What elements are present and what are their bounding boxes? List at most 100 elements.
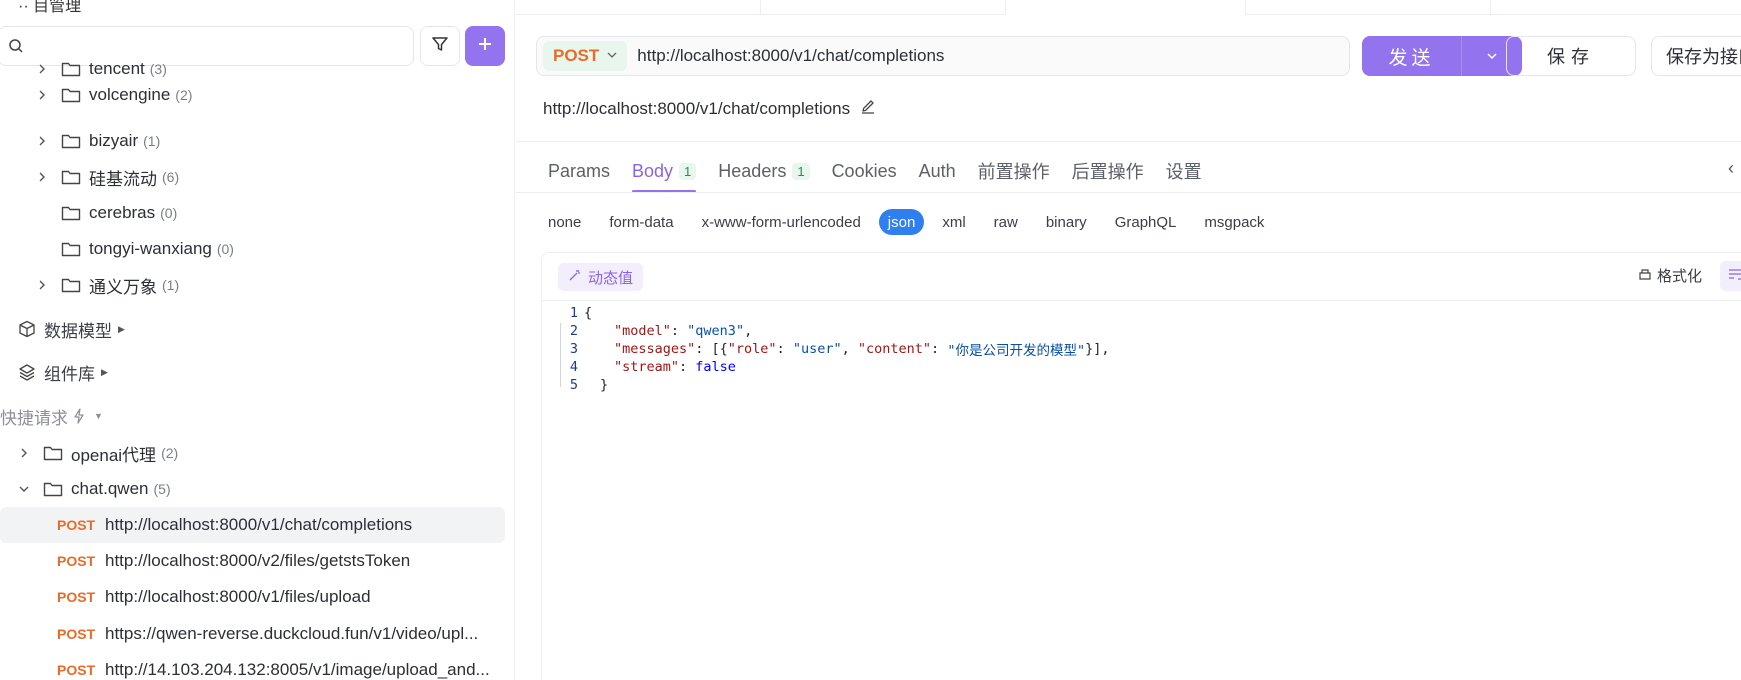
folder-icon	[43, 481, 63, 497]
folder-icon	[61, 277, 81, 293]
folder-icon	[61, 61, 81, 77]
body-type-none[interactable]: none	[548, 209, 581, 235]
json-value: "qwen3"	[687, 323, 745, 339]
collapse-panel-icon[interactable]: ‹	[1728, 158, 1734, 179]
method-select[interactable]: POST	[543, 41, 628, 71]
request-tab-active[interactable]	[1006, 0, 1246, 15]
body-type-msgpack[interactable]: msgpack	[1204, 209, 1264, 235]
word-wrap-button[interactable]	[1720, 261, 1741, 291]
quick-requests-header[interactable]: 快捷请求 ▼	[0, 400, 103, 432]
body-type-xml[interactable]: xml	[942, 209, 965, 235]
chevron-right-icon	[35, 64, 49, 74]
line-number: 4	[569, 359, 578, 375]
json-body-editor[interactable]: 动态值 格式化 1 { 2 "model": "qwen3", 3 "messa…	[541, 252, 1741, 680]
body-type-raw[interactable]: raw	[994, 209, 1018, 235]
tab-label: 前置操作	[977, 162, 1050, 182]
folder-count: (2)	[161, 445, 179, 461]
quick-folder-openai-proxy[interactable]: openai代理 (2)	[17, 437, 178, 469]
json-key: "model"	[614, 323, 671, 339]
folder-label: cerebras	[89, 203, 156, 222]
url-input[interactable]: http://localhost:8000/v1/chat/completion…	[637, 46, 944, 66]
editor-toolbar: 动态值 格式化	[542, 253, 1741, 301]
tree-folder-cerebras[interactable]: cerebras (0)	[61, 197, 177, 229]
caret-right-icon: ▶	[118, 323, 125, 334]
tree-folder-siliconflow[interactable]: 硅基流动 (6)	[35, 161, 179, 193]
folder-count: (0)	[216, 241, 234, 257]
line-number: 1	[569, 305, 578, 321]
format-button[interactable]: 格式化	[1638, 265, 1702, 286]
request-item[interactable]: POST http://14.103.204.132:8005/v1/image…	[0, 652, 505, 680]
json-value: "user"	[792, 341, 842, 357]
filter-button[interactable]	[420, 26, 460, 66]
request-item[interactable]: POST http://localhost:8000/v1/files/uplo…	[0, 579, 505, 615]
code-line: 2 "model": "qwen3",	[542, 321, 752, 341]
tab-label: Cookies	[831, 160, 897, 181]
request-url: http://localhost:8000/v1/chat/completion…	[105, 515, 413, 534]
request-url: http://localhost:8000/v1/files/upload	[105, 587, 371, 606]
json-key: "content"	[857, 341, 932, 357]
lightning-icon	[72, 408, 86, 424]
save-button[interactable]: 保存	[1506, 36, 1636, 76]
section-data-models[interactable]: 数据模型 ▶	[18, 313, 125, 345]
folder-icon	[61, 169, 81, 185]
body-type-json[interactable]: json	[878, 209, 925, 235]
json-key: "stream"	[614, 359, 680, 375]
add-button[interactable]	[465, 26, 505, 66]
code-token: }],	[1085, 341, 1110, 357]
tree-folder-tongyi-wanxiang-cn[interactable]: 通义万象 (1)	[35, 269, 179, 301]
body-type-urlencoded[interactable]: x-www-form-urlencoded	[702, 209, 861, 235]
chevron-right-icon	[35, 90, 49, 100]
folder-count: (1)	[143, 133, 161, 149]
search-icon	[8, 38, 24, 59]
method-badge: POST	[57, 626, 96, 642]
tab-settings[interactable]: 设置	[1166, 150, 1202, 192]
tab-post-request[interactable]: 后置操作	[1072, 150, 1144, 192]
code-token: :	[670, 323, 688, 339]
tab-body[interactable]: Body 1	[632, 150, 697, 193]
request-item[interactable]: POST http://localhost:8000/v1/chat/compl…	[0, 507, 505, 543]
section-components[interactable]: 组件库 ▶	[18, 356, 108, 388]
body-type-selector: none form-data x-www-form-urlencoded jso…	[548, 209, 1292, 235]
tab-pre-request[interactable]: 前置操作	[978, 150, 1050, 192]
format-label: 格式化	[1657, 268, 1703, 285]
code-token: :	[679, 359, 696, 375]
request-url: https://qwen-reverse.duckcloud.fun/v1/vi…	[105, 624, 479, 643]
plus-icon	[477, 36, 493, 57]
url-bar: POST http://localhost:8000/v1/chat/compl…	[536, 36, 1350, 76]
send-button[interactable]: 发送	[1362, 36, 1522, 76]
send-label: 发送	[1388, 47, 1435, 69]
body-type-graphql[interactable]: GraphQL	[1115, 209, 1177, 235]
tree-folder-bizyair[interactable]: bizyair (1)	[35, 125, 160, 157]
request-tab[interactable]	[1246, 0, 1491, 15]
dynamic-value-button[interactable]: 动态值	[558, 263, 644, 291]
request-tab[interactable]	[516, 0, 761, 15]
app-window: ·· 目管理 tencent (3) volcengine (2) bizyai…	[0, 0, 1741, 680]
divider	[516, 141, 1741, 142]
code-token: :	[931, 341, 948, 357]
tab-label: 后置操作	[1071, 162, 1144, 182]
tab-headers[interactable]: Headers 1	[718, 150, 810, 192]
folder-label: openai代理	[71, 445, 157, 465]
body-type-binary[interactable]: binary	[1046, 209, 1087, 235]
tab-cookies[interactable]: Cookies	[832, 150, 897, 192]
sidebar: ·· 目管理 tencent (3) volcengine (2) bizyai…	[0, 0, 515, 680]
folder-label: volcengine	[89, 85, 171, 104]
folder-count: (2)	[175, 87, 193, 103]
request-item[interactable]: POST http://localhost:8000/v2/files/gets…	[0, 543, 505, 579]
folder-icon	[61, 205, 81, 221]
body-type-form-data[interactable]: form-data	[609, 209, 673, 235]
edit-icon[interactable]	[860, 98, 876, 119]
request-url: http://localhost:8000/v2/files/getstsTok…	[105, 551, 411, 570]
request-tab[interactable]	[761, 0, 1006, 15]
tab-auth[interactable]: Auth	[919, 150, 956, 192]
save-as-endpoint-button[interactable]: 保存为接口	[1651, 36, 1741, 76]
quick-folder-chat-qwen[interactable]: chat.qwen (5)	[17, 473, 171, 505]
json-key: "role"	[727, 341, 777, 357]
folder-icon	[61, 241, 81, 257]
tree-folder-tongyi-wanxiang[interactable]: tongyi-wanxiang (0)	[61, 233, 234, 265]
tab-label: Headers	[718, 160, 787, 181]
tree-folder-volcengine[interactable]: volcengine (2)	[35, 79, 192, 111]
code-token: :	[776, 341, 793, 357]
tab-params[interactable]: Params	[548, 150, 610, 192]
request-item[interactable]: POST https://qwen-reverse.duckcloud.fun/…	[0, 616, 505, 652]
